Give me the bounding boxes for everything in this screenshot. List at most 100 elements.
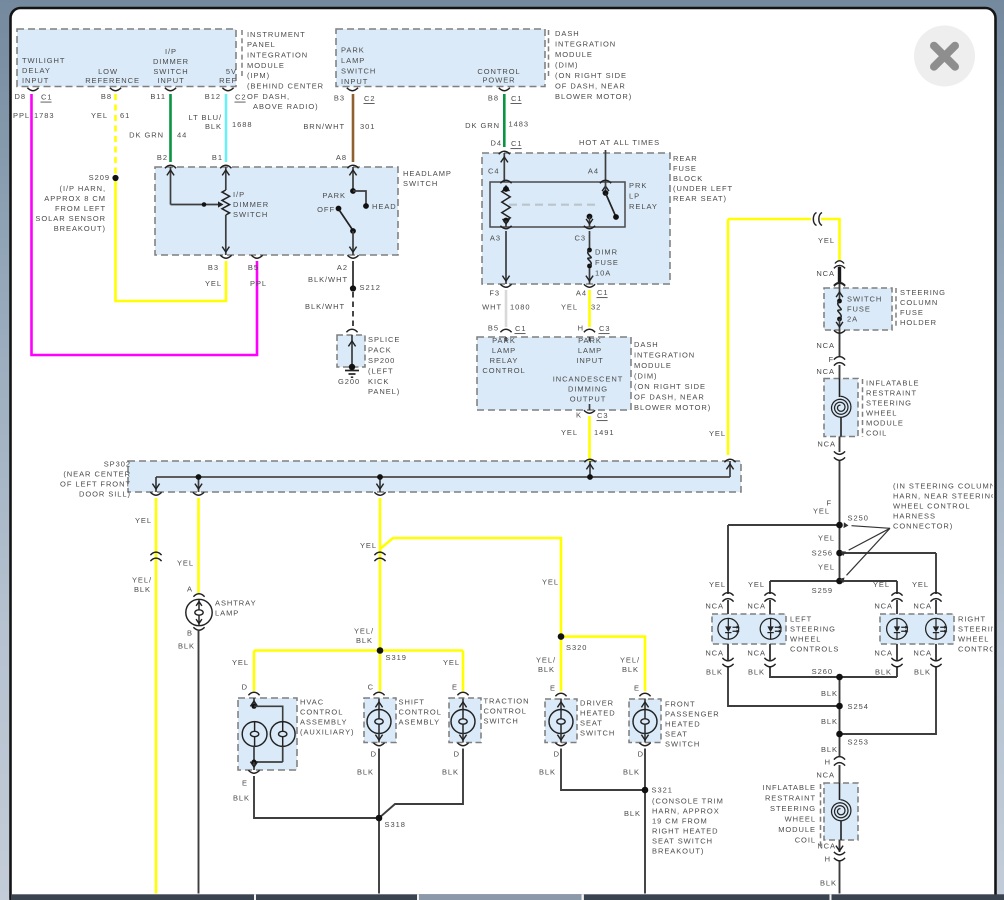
svg-text:B3: B3	[334, 94, 345, 103]
svg-text:RELAY: RELAY	[629, 202, 658, 211]
svg-text:TRACTION: TRACTION	[484, 697, 530, 706]
svg-text:FUSE: FUSE	[673, 164, 697, 173]
svg-text:BLK: BLK	[178, 642, 195, 651]
svg-text:5V: 5V	[226, 67, 237, 76]
svg-text:WHEEL: WHEEL	[785, 815, 816, 824]
svg-text:(DIM): (DIM)	[555, 61, 579, 70]
svg-text:C1: C1	[515, 324, 527, 333]
svg-text:PPL: PPL	[250, 279, 267, 288]
svg-text:A8: A8	[336, 153, 347, 162]
svg-text:1080: 1080	[510, 303, 531, 312]
svg-text:YEL/: YEL/	[132, 576, 152, 585]
svg-text:C1: C1	[41, 93, 53, 102]
svg-text:DIMMING: DIMMING	[568, 385, 608, 394]
svg-text:B8: B8	[488, 94, 499, 103]
svg-text:YEL: YEL	[818, 534, 835, 543]
svg-text:B5: B5	[488, 324, 499, 333]
svg-text:WHEEL CONTROL: WHEEL CONTROL	[893, 502, 971, 511]
svg-text:BLK: BLK	[706, 668, 723, 677]
svg-text:CONTROLS: CONTROLS	[958, 645, 1004, 654]
svg-text:S319: S319	[386, 653, 407, 662]
svg-text:BLK: BLK	[622, 665, 639, 674]
svg-text:RELAY: RELAY	[490, 356, 519, 365]
svg-text:FUSE: FUSE	[847, 305, 871, 314]
svg-text:BRN/WHT: BRN/WHT	[303, 122, 345, 131]
svg-text:INFLATABLE: INFLATABLE	[866, 379, 919, 388]
svg-text:YEL: YEL	[561, 303, 578, 312]
svg-text:LAMP: LAMP	[341, 56, 365, 65]
svg-text:(LEFT: (LEFT	[368, 367, 394, 376]
svg-text:PANEL: PANEL	[247, 40, 276, 49]
svg-text:DRIVER: DRIVER	[580, 699, 614, 708]
svg-text:NCA: NCA	[913, 602, 932, 611]
svg-text:A4: A4	[588, 167, 599, 176]
svg-text:K: K	[576, 411, 582, 420]
svg-text:HEADLAMP: HEADLAMP	[403, 169, 452, 178]
svg-text:PARK: PARK	[492, 336, 516, 345]
svg-text:BREAKOUT): BREAKOUT)	[652, 847, 704, 856]
svg-text:BREAKOUT): BREAKOUT)	[54, 224, 106, 233]
svg-text:DIMMER: DIMMER	[233, 200, 269, 209]
svg-text:S260: S260	[812, 667, 833, 676]
svg-text:SEAT: SEAT	[580, 719, 603, 728]
svg-text:BLK: BLK	[748, 668, 765, 677]
svg-text:S259: S259	[812, 586, 833, 595]
svg-text:PANEL): PANEL)	[368, 387, 400, 396]
svg-text:CONTROL: CONTROL	[399, 708, 442, 717]
svg-text:S320: S320	[566, 643, 587, 652]
svg-text:INPUT: INPUT	[22, 76, 49, 85]
svg-text:C3: C3	[597, 411, 609, 420]
svg-text:(I/P HARN,: (I/P HARN,	[60, 184, 106, 193]
svg-text:OF LEFT FRONT: OF LEFT FRONT	[60, 480, 131, 489]
svg-text:OF DASH,: OF DASH,	[247, 92, 290, 101]
svg-text:PASSENGER: PASSENGER	[665, 710, 720, 719]
svg-text:SWITCH: SWITCH	[233, 210, 268, 219]
svg-text:INTEGRATION: INTEGRATION	[634, 351, 695, 360]
svg-text:B12: B12	[205, 92, 221, 101]
svg-text:YEL: YEL	[912, 580, 929, 589]
svg-text:YEL: YEL	[709, 429, 726, 438]
svg-text:SEAT SWITCH: SEAT SWITCH	[652, 837, 713, 846]
svg-text:YEL: YEL	[873, 580, 890, 589]
svg-text:B1: B1	[212, 153, 223, 162]
svg-text:E: E	[550, 684, 556, 693]
svg-text:YEL: YEL	[709, 580, 726, 589]
svg-text:PARK: PARK	[322, 191, 346, 200]
svg-text:ASHTRAY: ASHTRAY	[215, 599, 257, 608]
svg-text:YEL: YEL	[135, 516, 152, 525]
svg-text:D: D	[554, 750, 560, 759]
svg-text:C1: C1	[597, 288, 609, 297]
svg-text:PACK: PACK	[368, 346, 392, 355]
svg-text:HVAC: HVAC	[300, 698, 324, 707]
svg-text:MODULE: MODULE	[555, 50, 593, 59]
svg-text:S209: S209	[89, 173, 110, 182]
svg-text:YEL: YEL	[443, 658, 460, 667]
svg-text:APPROX 8 CM: APPROX 8 CM	[44, 194, 106, 203]
svg-text:BLK: BLK	[914, 668, 931, 677]
svg-text:CONNECTOR): CONNECTOR)	[893, 522, 953, 531]
svg-text:SWITCH: SWITCH	[847, 295, 882, 304]
svg-text:(IN STEERING COLUMN: (IN STEERING COLUMN	[893, 482, 996, 491]
svg-text:BLK: BLK	[205, 122, 222, 131]
svg-text:STEERING: STEERING	[866, 399, 912, 408]
svg-text:FROM LEFT: FROM LEFT	[55, 204, 106, 213]
svg-text:YEL/: YEL/	[620, 656, 640, 665]
svg-text:S253: S253	[848, 738, 869, 747]
svg-text:RESTRAINT: RESTRAINT	[765, 794, 816, 803]
svg-text:D8: D8	[15, 92, 27, 101]
svg-text:1483: 1483	[509, 120, 530, 129]
svg-text:NCA: NCA	[874, 602, 893, 611]
svg-text:INPUT: INPUT	[576, 356, 603, 365]
svg-text:PARK: PARK	[578, 336, 602, 345]
svg-text:REAR: REAR	[673, 154, 698, 163]
svg-text:MODULE: MODULE	[247, 61, 285, 70]
svg-text:YEL: YEL	[748, 580, 765, 589]
svg-text:S250: S250	[848, 514, 869, 523]
svg-text:BLK: BLK	[134, 585, 151, 594]
svg-text:PPL: PPL	[13, 111, 30, 120]
svg-text:BLOWER MOTOR): BLOWER MOTOR)	[634, 403, 711, 412]
svg-text:TWILIGHT: TWILIGHT	[22, 56, 65, 65]
svg-text:D4: D4	[491, 139, 503, 148]
svg-text:COIL: COIL	[866, 429, 887, 438]
svg-text:DIMMER: DIMMER	[153, 57, 189, 66]
